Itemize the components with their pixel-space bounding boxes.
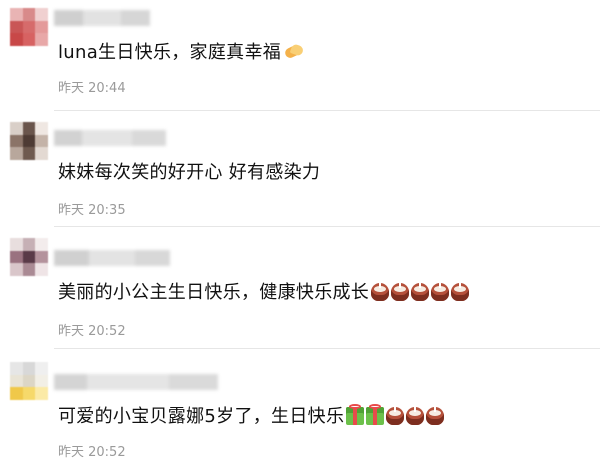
clap-icon bbox=[283, 43, 305, 61]
comment-text-content: luna生日快乐，家庭真幸福 bbox=[58, 42, 282, 63]
cake-icon bbox=[371, 283, 390, 301]
comment-item-1: luna生日快乐，家庭真幸福 昨天 20:44 bbox=[0, 0, 600, 108]
comment-item-2: 妹妹每次笑的好开心 好有感染力 昨天 20:35 bbox=[0, 112, 600, 226]
comment-text-content: 妹妹每次笑的好开心 好有感染力 bbox=[58, 162, 321, 183]
avatar[interactable] bbox=[10, 238, 48, 276]
avatar[interactable] bbox=[10, 122, 48, 160]
cake-icon bbox=[451, 283, 470, 301]
comment-time: 昨天 20:35 bbox=[58, 203, 126, 218]
cake-icon bbox=[411, 283, 430, 301]
avatar[interactable] bbox=[10, 8, 48, 46]
comment-time: 昨天 20:52 bbox=[58, 445, 126, 460]
gift-icon bbox=[346, 404, 365, 425]
cake-icon bbox=[386, 407, 405, 425]
cake-icon bbox=[426, 407, 445, 425]
comment-time: 昨天 20:52 bbox=[58, 324, 126, 339]
comment-text: 美丽的小公主生日快乐，健康快乐成长 bbox=[58, 282, 470, 304]
cake-icon bbox=[406, 407, 425, 425]
comment-text-content: 美丽的小公主生日快乐，健康快乐成长 bbox=[58, 282, 370, 303]
username-blurred[interactable] bbox=[54, 10, 150, 26]
gift-icon bbox=[366, 404, 385, 425]
divider bbox=[54, 226, 600, 227]
comment-time: 昨天 20:44 bbox=[58, 81, 126, 96]
comment-text: luna生日快乐，家庭真幸福 bbox=[58, 42, 305, 64]
divider bbox=[54, 110, 600, 111]
comment-item-4: 可爱的小宝贝露娜5岁了，生日快乐 昨天 20:52 bbox=[0, 350, 600, 464]
cake-icon bbox=[391, 283, 410, 301]
username-blurred[interactable] bbox=[54, 250, 170, 266]
divider bbox=[54, 348, 600, 349]
avatar[interactable] bbox=[10, 362, 48, 400]
comment-item-3: 美丽的小公主生日快乐，健康快乐成长 昨天 20:52 bbox=[0, 228, 600, 346]
comment-text-content: 可爱的小宝贝露娜5岁了，生日快乐 bbox=[58, 406, 345, 427]
username-blurred[interactable] bbox=[54, 374, 218, 390]
username-blurred[interactable] bbox=[54, 130, 166, 146]
comment-text: 可爱的小宝贝露娜5岁了，生日快乐 bbox=[58, 404, 445, 428]
comment-text: 妹妹每次笑的好开心 好有感染力 bbox=[58, 162, 320, 184]
cake-icon bbox=[431, 283, 450, 301]
